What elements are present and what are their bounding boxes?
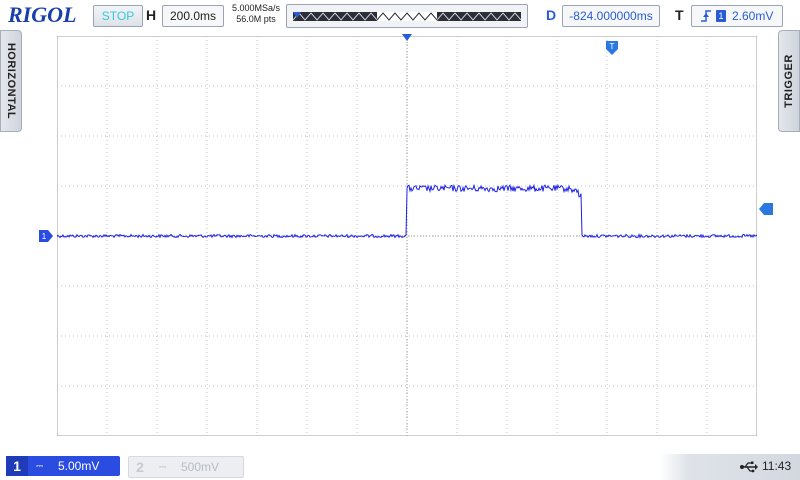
trigger-label: T: [675, 7, 684, 23]
bottom-status-bar: 1 ⎓ 5.00mV 2 ⎓ 500mV 11:43: [0, 452, 800, 480]
top-status-bar: RIGOL STOP H 200.0ms 5.000MSa/s 56.0M pt…: [0, 0, 800, 32]
horizontal-label: H: [146, 7, 157, 23]
run-stop-status[interactable]: STOP: [93, 5, 143, 27]
trigger-tab-label: TRIGGER: [783, 54, 795, 108]
ch1-coupling-icon: ⎓: [36, 461, 44, 471]
trigger-settings[interactable]: 1 2.60mV: [691, 5, 783, 27]
ch2-scale-badge[interactable]: 2 ⎓ 500mV: [128, 456, 244, 478]
delay-label: D: [546, 7, 557, 23]
trigger-position-marker-icon[interactable]: [402, 34, 412, 42]
ch1-scale: 5.00mV: [58, 459, 100, 473]
system-status-area: 11:43: [660, 454, 800, 480]
memory-trigger-marker-icon: [293, 12, 301, 18]
trigger-menu-tab[interactable]: TRIGGER: [778, 30, 800, 132]
trigger-level-marker-icon[interactable]: [759, 203, 773, 215]
sample-rate: 5.000MSa/s: [231, 3, 281, 13]
rising-edge-icon: [701, 10, 711, 22]
timebase-value[interactable]: 200.0ms: [162, 5, 224, 27]
trigger-time-marker-label: T: [610, 42, 615, 51]
waveform-display[interactable]: [57, 36, 757, 436]
usb-icon: [740, 461, 758, 473]
brand-logo: RIGOL: [8, 2, 77, 27]
memory-position-bar[interactable]: [286, 4, 528, 28]
delay-value[interactable]: -824.000000ms: [562, 5, 660, 27]
ch2-number: 2: [136, 459, 144, 475]
trigger-source: 1: [716, 10, 726, 22]
ch2-scale: 500mV: [181, 460, 220, 474]
trigger-level: 2.60mV: [732, 9, 774, 23]
memory-waveform-icon: [293, 12, 521, 21]
ch1-number: 1: [6, 456, 28, 476]
memory-depth: 56.0M pts: [236, 14, 276, 24]
ch1-ground-marker-icon[interactable]: 1: [39, 230, 53, 242]
trigger-time-marker-icon[interactable]: T: [606, 41, 618, 55]
clock: 11:43: [762, 459, 792, 473]
acquisition-info: 5.000MSa/s 56.0M pts: [228, 3, 284, 25]
horizontal-tab-label: HORIZONTAL: [5, 42, 17, 120]
ch2-coupling-icon: ⎓: [159, 462, 167, 472]
ch1-ground-marker-label: 1: [42, 232, 47, 241]
ch1-scale-badge[interactable]: 1 ⎓ 5.00mV: [6, 456, 120, 476]
horizontal-menu-tab[interactable]: HORIZONTAL: [0, 30, 22, 132]
